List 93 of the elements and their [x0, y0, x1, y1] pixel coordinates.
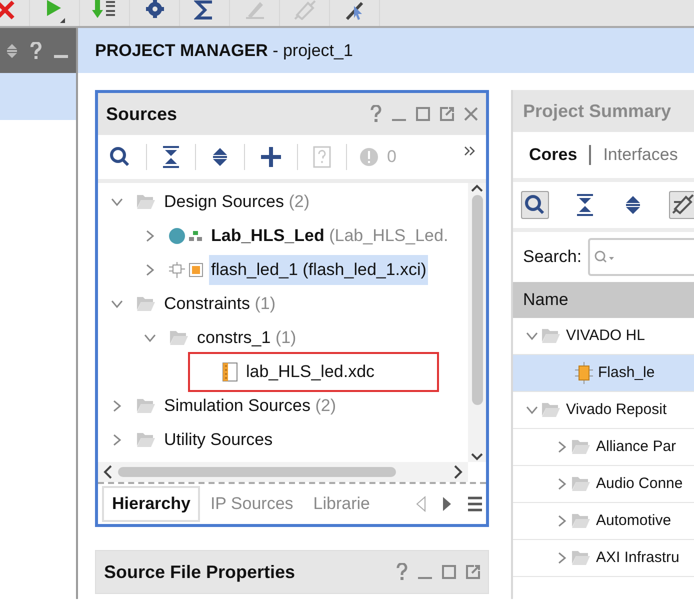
column-header[interactable]: Name [513, 282, 694, 318]
chevron-icon[interactable] [111, 434, 123, 446]
pen-icon [244, 0, 266, 20]
close-icon[interactable] [464, 107, 478, 121]
tool-button[interactable] [669, 191, 694, 219]
folder-icon [571, 476, 591, 492]
expand-all-icon [211, 146, 229, 168]
tree-item[interactable]: Alliance Par [594, 434, 678, 460]
maximize-icon[interactable] [442, 565, 456, 579]
float-icon[interactable] [466, 565, 480, 579]
tree-item[interactable]: flash_led_1 (flash_led_1.xci) [209, 255, 428, 285]
chevron-icon[interactable] [144, 264, 156, 276]
chevron-icon[interactable] [111, 298, 123, 310]
tab[interactable]: IP Sources [200, 486, 304, 522]
sort-icon[interactable] [6, 42, 18, 58]
tree-item[interactable]: VIVADO HL [564, 322, 647, 350]
tree-item[interactable]: Simulation Sources (2) [162, 391, 338, 421]
project-title: PROJECT MANAGER - project_1 [95, 40, 353, 62]
panel-title: Project Summary [523, 100, 672, 123]
folder-icon [571, 550, 591, 566]
tree-item[interactable]: Automotive [594, 508, 674, 534]
chevron-icon[interactable] [556, 478, 568, 490]
search-icon [524, 194, 546, 216]
chevron-icon[interactable] [556, 441, 568, 453]
scroll-right-icon[interactable] [442, 496, 452, 512]
help-document-icon [313, 146, 331, 168]
chevron-icon[interactable] [111, 196, 123, 208]
scroll-right-icon[interactable] [452, 465, 464, 479]
tree-item[interactable]: Design Sources (2) [162, 187, 312, 217]
panel-title: Sources [106, 102, 178, 126]
collapse-all-icon [576, 194, 594, 216]
help-icon[interactable] [370, 105, 382, 123]
tree-item[interactable]: AXI Infrastru [594, 544, 682, 572]
help-icon[interactable] [30, 42, 42, 60]
folder-icon [541, 402, 561, 418]
chevron-icon[interactable] [111, 400, 123, 412]
tab[interactable]: Hierarchy [102, 486, 200, 522]
chevron-icon[interactable] [556, 552, 568, 564]
add-icon [260, 146, 282, 168]
tree-item[interactable]: Constraints (1) [162, 289, 278, 319]
folder-icon [136, 296, 156, 312]
float-icon[interactable] [440, 107, 454, 121]
plug-icon [169, 262, 185, 278]
tab[interactable]: Cores [529, 142, 578, 168]
folder-icon [169, 330, 189, 346]
warning-icon [359, 147, 379, 167]
probe-icon [294, 0, 316, 20]
scroll-up-icon[interactable] [471, 183, 483, 193]
column-label: Name [523, 289, 568, 312]
tree-item[interactable]: Utility Sources [162, 425, 275, 455]
constraints-file-icon [222, 362, 238, 382]
folder-icon [136, 398, 156, 414]
more-icon[interactable] [464, 146, 476, 156]
message-count: 0 [387, 146, 396, 168]
folder-icon [541, 328, 561, 344]
panel-title: Source File Properties [104, 560, 296, 584]
folder-icon [571, 439, 591, 455]
chevron-icon[interactable] [144, 230, 156, 242]
tree-item[interactable]: lab_HLS_led.xdc [244, 357, 377, 387]
tab[interactable]: Librarie [303, 486, 380, 522]
folder-icon [136, 432, 156, 448]
selected-row[interactable]: Flash_le [513, 355, 694, 392]
tree-item[interactable]: Audio Conne [594, 470, 685, 498]
tree-item[interactable]: Flash_le [596, 360, 657, 386]
chevron-icon[interactable] [526, 330, 538, 342]
tree-item[interactable]: Vivado Reposit [564, 396, 669, 424]
collapse-all-icon [162, 146, 180, 168]
maximize-icon[interactable] [416, 107, 430, 121]
search-icon [594, 250, 616, 264]
chevron-icon[interactable] [144, 332, 156, 344]
probe-icon [672, 194, 694, 216]
folder-icon [571, 513, 591, 529]
chevron-icon[interactable] [556, 515, 568, 527]
ip-core-icon [575, 362, 593, 384]
ip-core-icon [189, 263, 203, 277]
tree-item[interactable]: Lab_HLS_Led (Lab_HLS_Led. [209, 221, 450, 251]
help-icon[interactable] [396, 563, 408, 581]
chevron-icon[interactable] [526, 404, 538, 416]
search-icon [109, 146, 131, 168]
scroll-down-icon[interactable] [471, 452, 483, 462]
scroll-left-icon[interactable] [102, 465, 114, 479]
status-dot-icon [169, 228, 185, 244]
folder-icon [136, 194, 156, 210]
vertical-scrollbar[interactable] [468, 183, 486, 462]
tool-button[interactable] [521, 191, 549, 219]
expand-all-icon [624, 194, 642, 216]
menu-icon[interactable] [468, 496, 482, 512]
hierarchy-icon [189, 230, 203, 242]
search-label: Search: [523, 246, 582, 268]
tree-item[interactable]: constrs_1 (1) [195, 323, 298, 353]
stop-icon [0, 0, 14, 22]
tab[interactable]: Interfaces [603, 142, 678, 168]
cursor-icon [344, 0, 366, 22]
